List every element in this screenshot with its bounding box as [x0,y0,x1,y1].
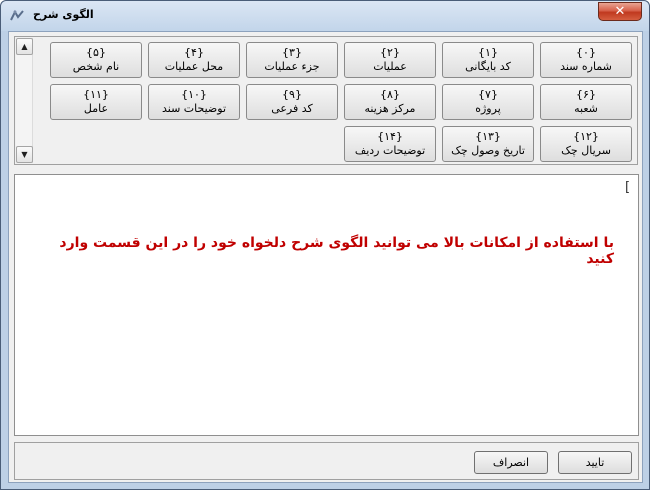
token-button-3[interactable]: {۳} جزء عملیات [246,42,338,78]
token-code: {۱۲} [573,130,599,143]
app-icon [10,9,24,21]
token-label: شعبه [574,102,598,115]
token-label: نام شخص [72,60,120,73]
pattern-editor[interactable]: [ با استفاده از امکانات بالا می توانید ا… [14,174,639,436]
token-label: عملیات [373,60,407,73]
title-bar[interactable]: الگوی شرح ✕ [1,1,649,31]
scroll-up-icon[interactable]: ▲ [16,38,33,55]
token-button-1[interactable]: {۱} کد بایگانی [442,42,534,78]
token-button-6[interactable]: {۶} شعبه [540,84,632,120]
token-label: توضیحات ردیف [354,144,426,157]
token-label: جزء عملیات [264,60,320,73]
token-button-13[interactable]: {۱۳} تاریخ وصول چک [442,126,534,162]
token-button-0[interactable]: {۰} شماره سند [540,42,632,78]
token-label: کد بایگانی [465,60,511,73]
text-cursor: [ [625,180,631,195]
token-button-10[interactable]: {۱۰} توضیحات سند [148,84,240,120]
token-label: شماره سند [560,60,612,73]
window-title: الگوی شرح [33,8,94,21]
token-panel: ▲ ▼ {۰} شماره سند {۱} کد بایگانی {۲} عمل… [14,36,638,165]
token-code: {۱۱} [83,88,109,101]
token-code: {۱۳} [475,130,501,143]
token-button-5[interactable]: {۵} نام شخص [50,42,142,78]
token-button-2[interactable]: {۲} عملیات [344,42,436,78]
token-label: مرکز هزینه [364,102,416,115]
token-label: محل عملیات [164,60,224,73]
token-code: {۰} [576,46,596,59]
token-code: {۱۴} [377,130,403,143]
token-button-12[interactable]: {۱۲} سریال چک [540,126,632,162]
confirm-button[interactable]: تایید [558,451,632,474]
token-code: {۶} [576,88,596,101]
dialog-body: ▲ ▼ {۰} شماره سند {۱} کد بایگانی {۲} عمل… [8,31,643,483]
token-button-11[interactable]: {۱۱} عامل [50,84,142,120]
token-button-8[interactable]: {۸} مرکز هزینه [344,84,436,120]
token-label: سریال چک [561,144,611,157]
close-icon: ✕ [614,4,626,19]
token-label: تاریخ وصول چک [451,144,525,157]
token-code: {۷} [478,88,498,101]
token-code: {۱۰} [181,88,207,101]
token-code: {۸} [380,88,400,101]
token-label: عامل [83,102,109,115]
footer-bar: تایید انصراف [14,442,639,480]
token-button-4[interactable]: {۴} محل عملیات [148,42,240,78]
token-button-14[interactable]: {۱۴} توضیحات ردیف [344,126,436,162]
token-code: {۴} [184,46,204,59]
token-label: پروژه [475,102,501,115]
token-code: {۱} [478,46,498,59]
token-button-9[interactable]: {۹} کد فرعی [246,84,338,120]
token-label: کد فرعی [271,102,313,115]
cancel-button[interactable]: انصراف [474,451,548,474]
token-code: {۹} [282,88,302,101]
token-scrollbar[interactable]: ▲ ▼ [16,38,33,163]
token-label: توضیحات سند [161,102,227,115]
close-button[interactable]: ✕ [598,2,642,21]
token-code: {۲} [380,46,400,59]
scroll-down-icon[interactable]: ▼ [16,146,33,163]
token-code: {۵} [86,46,106,59]
token-button-7[interactable]: {۷} پروژه [442,84,534,120]
editor-hint-text: با استفاده از امکانات بالا می توانید الگ… [59,235,614,267]
dialog-window: الگوی شرح ✕ ▲ ▼ {۰} شماره سند {۱} کد بای… [0,0,650,490]
token-code: {۳} [282,46,302,59]
